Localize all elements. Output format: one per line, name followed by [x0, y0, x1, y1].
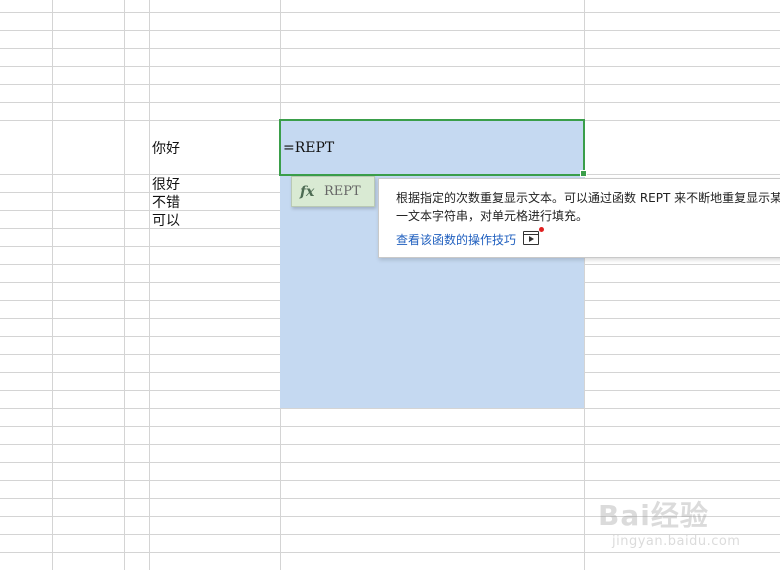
- function-description: 根据指定的次数重复显示文本。可以通过函数 REPT 来不断地重复显示某一文本字符…: [396, 191, 780, 223]
- row-gridline: [0, 66, 780, 67]
- function-tooltip: 根据指定的次数重复显示文本。可以通过函数 REPT 来不断地重复显示某一文本字符…: [378, 178, 780, 258]
- column-gridline: [584, 0, 585, 570]
- video-icon[interactable]: [523, 231, 539, 245]
- function-tips-link[interactable]: 查看该函数的操作技巧: [396, 231, 516, 248]
- autocomplete-function-name: REPT: [324, 184, 361, 199]
- row-gridline: [0, 444, 780, 445]
- watermark-logo: Bai经验: [598, 499, 709, 532]
- cell-formula-text[interactable]: =REPT: [283, 140, 334, 156]
- watermark-url: jingyan.baidu.com: [612, 534, 741, 549]
- cell-text-not-bad[interactable]: 不错: [152, 194, 180, 212]
- row-gridline: [0, 30, 780, 31]
- cell-text-okay[interactable]: 可以: [152, 212, 180, 230]
- column-gridline: [52, 0, 53, 570]
- row-gridline: [0, 480, 780, 481]
- row-gridline: [0, 426, 780, 427]
- cell-text-hello[interactable]: 你好: [152, 140, 180, 158]
- row-gridline: [0, 48, 780, 49]
- row-gridline: [0, 408, 780, 409]
- column-gridline: [124, 0, 125, 570]
- cell-text-very-good[interactable]: 很好: [152, 176, 180, 194]
- row-gridline: [0, 84, 780, 85]
- row-gridline: [0, 12, 780, 13]
- fill-handle[interactable]: [580, 170, 587, 177]
- fx-icon: fx: [300, 183, 315, 200]
- column-gridline: [149, 0, 150, 570]
- row-gridline: [0, 102, 780, 103]
- row-gridline: [0, 462, 780, 463]
- notification-dot-icon: [539, 227, 544, 232]
- function-autocomplete-item[interactable]: fx REPT: [291, 176, 375, 207]
- baidu-jingyan-watermark: Bai经验 jingyan.baidu.com: [598, 486, 778, 562]
